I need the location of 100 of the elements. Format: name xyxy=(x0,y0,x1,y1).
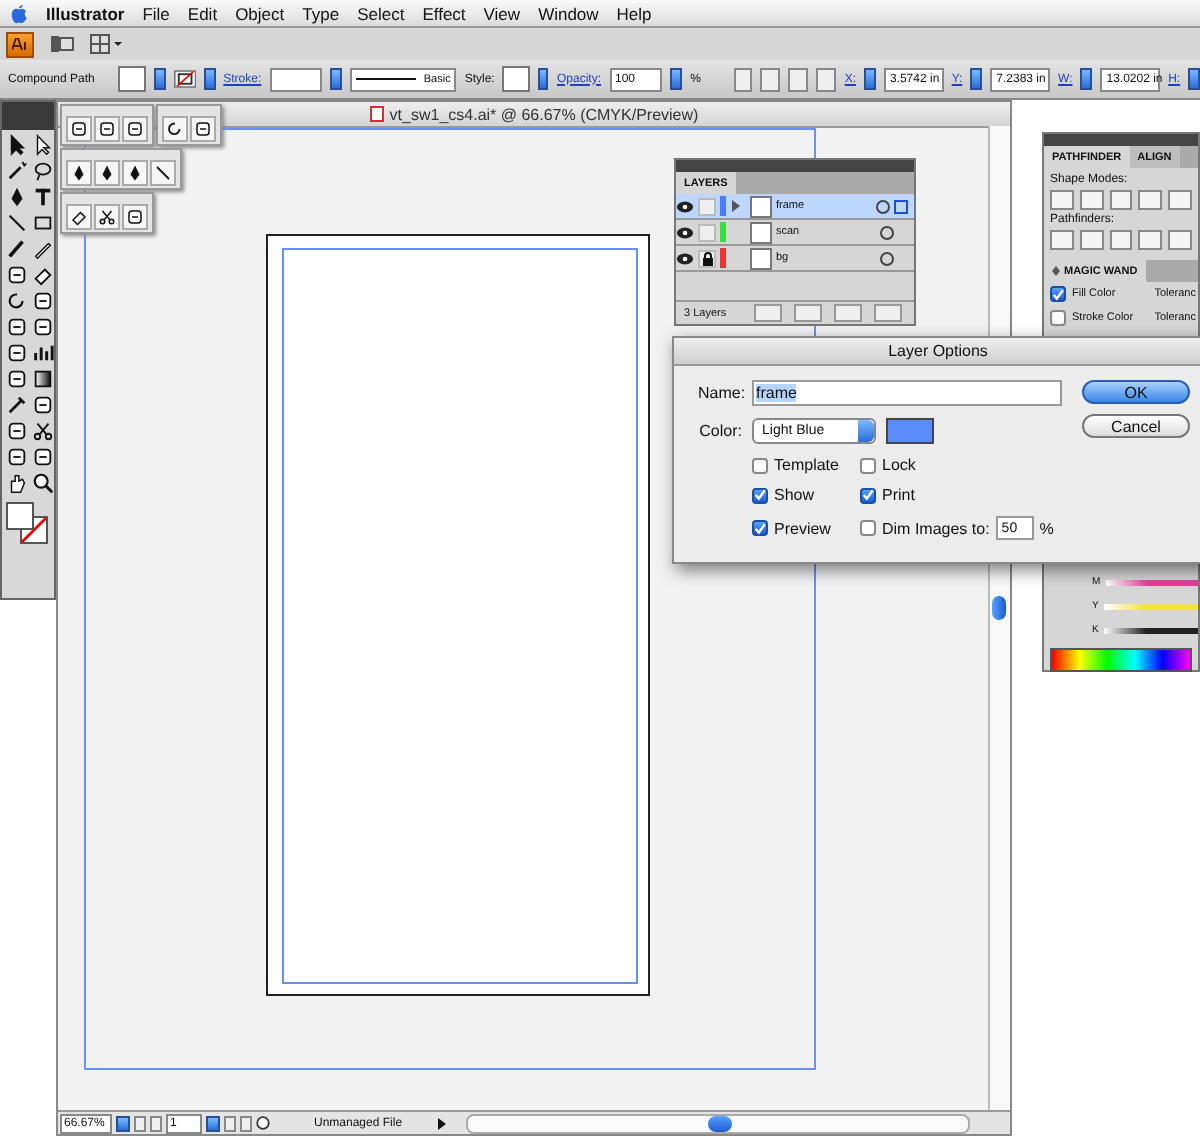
field-label: Name: xyxy=(698,384,742,402)
color-slider[interactable] xyxy=(1104,603,1198,609)
lasso-tool-icon[interactable] xyxy=(32,160,54,182)
shape-mode-icon[interactable] xyxy=(1079,190,1104,210)
line-tool-icon[interactable] xyxy=(6,212,28,234)
checkbox[interactable] xyxy=(860,487,876,503)
lock-toggle[interactable] xyxy=(698,223,716,241)
pen-tool-icon[interactable] xyxy=(122,160,148,186)
bridge-icon[interactable] xyxy=(50,34,74,54)
magnifier-tool-icon[interactable] xyxy=(32,472,54,494)
pathfinder-icon[interactable] xyxy=(1109,230,1133,250)
percent-label: % xyxy=(1039,519,1054,537)
color-slider[interactable] xyxy=(1106,579,1198,585)
eye-icon[interactable] xyxy=(676,197,694,215)
scroll-thumb[interactable] xyxy=(992,596,1006,620)
color-swatch[interactable] xyxy=(886,418,934,444)
graph-tool-icon[interactable] xyxy=(32,342,54,364)
pathfinder-icon[interactable] xyxy=(1138,230,1163,250)
arrange-icon[interactable] xyxy=(90,34,122,54)
line-tool-icon[interactable] xyxy=(150,160,176,186)
stroke-weight-field[interactable] xyxy=(269,67,322,91)
menu-item[interactable]: View xyxy=(483,3,521,23)
tab-arrows-icon[interactable] xyxy=(1052,266,1060,276)
menu-item[interactable]: File xyxy=(142,3,170,23)
scissors-tool-icon[interactable] xyxy=(32,420,54,442)
menu-item[interactable]: Window xyxy=(538,3,599,23)
pathfinder-icon[interactable] xyxy=(1168,230,1192,250)
document-title: vt_sw1_cs4.ai* @ 66.67% (CMYK/Preview) xyxy=(389,105,699,123)
stepper-icon[interactable] xyxy=(970,68,983,90)
eye-icon[interactable] xyxy=(676,249,694,267)
menu-item[interactable]: Effect xyxy=(422,3,466,23)
eraser-tool-icon[interactable] xyxy=(66,204,92,230)
first-page-icon[interactable] xyxy=(134,1115,146,1131)
checkbox-label: Dim Images to: xyxy=(882,519,990,537)
pen-tool-icon[interactable] xyxy=(6,186,28,208)
expand-triangle-icon[interactable] xyxy=(730,200,742,212)
menu-item[interactable]: Select xyxy=(357,3,405,23)
pointer-icon[interactable] xyxy=(788,67,809,91)
rotate-tool-icon[interactable] xyxy=(162,116,188,142)
menu-item[interactable]: Object xyxy=(235,3,285,23)
color-spectrum[interactable] xyxy=(1050,648,1192,672)
stepper-icon[interactable] xyxy=(1080,68,1093,90)
rectangle-tool-icon[interactable] xyxy=(32,212,54,234)
lock-toggle[interactable] xyxy=(698,249,716,267)
eye-icon[interactable] xyxy=(676,223,694,241)
dialog-button[interactable]: OK xyxy=(1082,380,1190,404)
color-slider[interactable] xyxy=(1104,627,1198,633)
checkbox[interactable] xyxy=(1050,310,1066,326)
checkbox[interactable] xyxy=(1050,286,1066,302)
pathfinder-icon[interactable] xyxy=(1079,230,1104,250)
shape-mode-icon[interactable] xyxy=(1109,190,1133,210)
stepper-icon[interactable] xyxy=(1188,68,1200,90)
menu-item[interactable]: Help xyxy=(616,3,652,23)
hand-tool-icon[interactable] xyxy=(6,472,28,494)
apple-icon[interactable] xyxy=(10,3,28,23)
reference-point-icon[interactable] xyxy=(816,67,837,91)
name-field[interactable]: frame xyxy=(752,380,1062,406)
checkbox-label: Lock xyxy=(882,456,916,474)
transform-icon[interactable] xyxy=(760,67,781,91)
clock-icon[interactable] xyxy=(256,1116,270,1130)
pencil-tool-icon[interactable] xyxy=(32,238,54,260)
checkbox[interactable] xyxy=(860,457,876,473)
app-menu[interactable]: Illustrator xyxy=(46,3,125,23)
stepper-icon[interactable] xyxy=(863,68,876,90)
play-icon[interactable] xyxy=(438,1117,446,1129)
style-swatch[interactable] xyxy=(502,66,529,92)
checkbox[interactable] xyxy=(752,487,768,503)
dialog-button[interactable]: Cancel xyxy=(1082,414,1190,438)
pen-tool-icon[interactable] xyxy=(66,160,92,186)
align-icon[interactable] xyxy=(733,67,753,91)
gradient-tool-icon[interactable] xyxy=(32,368,54,390)
horizontal-scrollbar[interactable] xyxy=(466,1113,970,1133)
arrow-tool-icon[interactable] xyxy=(32,134,54,156)
checkbox[interactable] xyxy=(752,457,768,473)
shape-mode-icon[interactable] xyxy=(1050,190,1074,210)
pen-tool-icon[interactable] xyxy=(94,160,120,186)
lock-toggle[interactable] xyxy=(698,197,716,215)
menu-item[interactable]: Type xyxy=(302,3,340,23)
file-icon xyxy=(369,106,384,122)
scroll-thumb[interactable] xyxy=(708,1115,732,1131)
pathfinder-icon[interactable] xyxy=(1050,230,1074,250)
fill-swatch[interactable] xyxy=(118,66,146,92)
brush-tool-icon[interactable] xyxy=(6,238,28,260)
rotate-tool-icon[interactable] xyxy=(6,290,28,312)
scissors-tool-icon[interactable] xyxy=(94,204,120,230)
dropper-tool-icon[interactable] xyxy=(6,394,28,416)
fill-stroke-swatches-icon[interactable] xyxy=(6,502,50,546)
arrow-tool-icon[interactable] xyxy=(6,134,28,156)
checkbox[interactable] xyxy=(860,520,876,536)
layer-thumbnail xyxy=(750,195,772,217)
stroke-swatch[interactable] xyxy=(173,68,196,90)
eraser-tool-icon[interactable] xyxy=(32,264,54,286)
shape-mode-icon[interactable] xyxy=(1168,190,1192,210)
menu-item[interactable]: Edit xyxy=(187,3,218,23)
previous-page-icon[interactable] xyxy=(150,1115,162,1131)
wand-tool-icon[interactable] xyxy=(6,160,28,182)
checkbox[interactable] xyxy=(752,520,768,536)
shape-mode-icon[interactable] xyxy=(1138,190,1163,210)
next-page-icon[interactable] xyxy=(224,1115,236,1131)
layer-thumbnail xyxy=(750,221,772,243)
